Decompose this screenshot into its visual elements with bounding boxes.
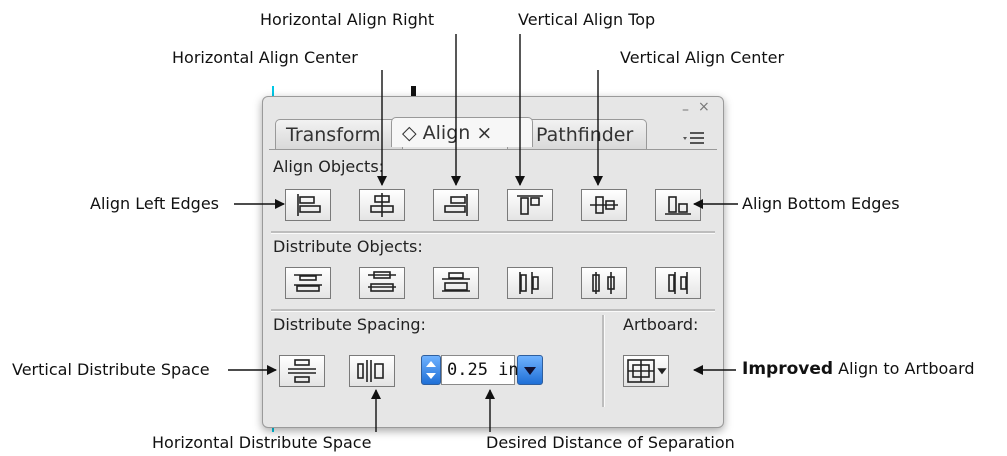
callout-arrows xyxy=(228,34,738,432)
diagram-canvas: Horizontal Align Right Vertical Align To… xyxy=(0,0,1007,456)
